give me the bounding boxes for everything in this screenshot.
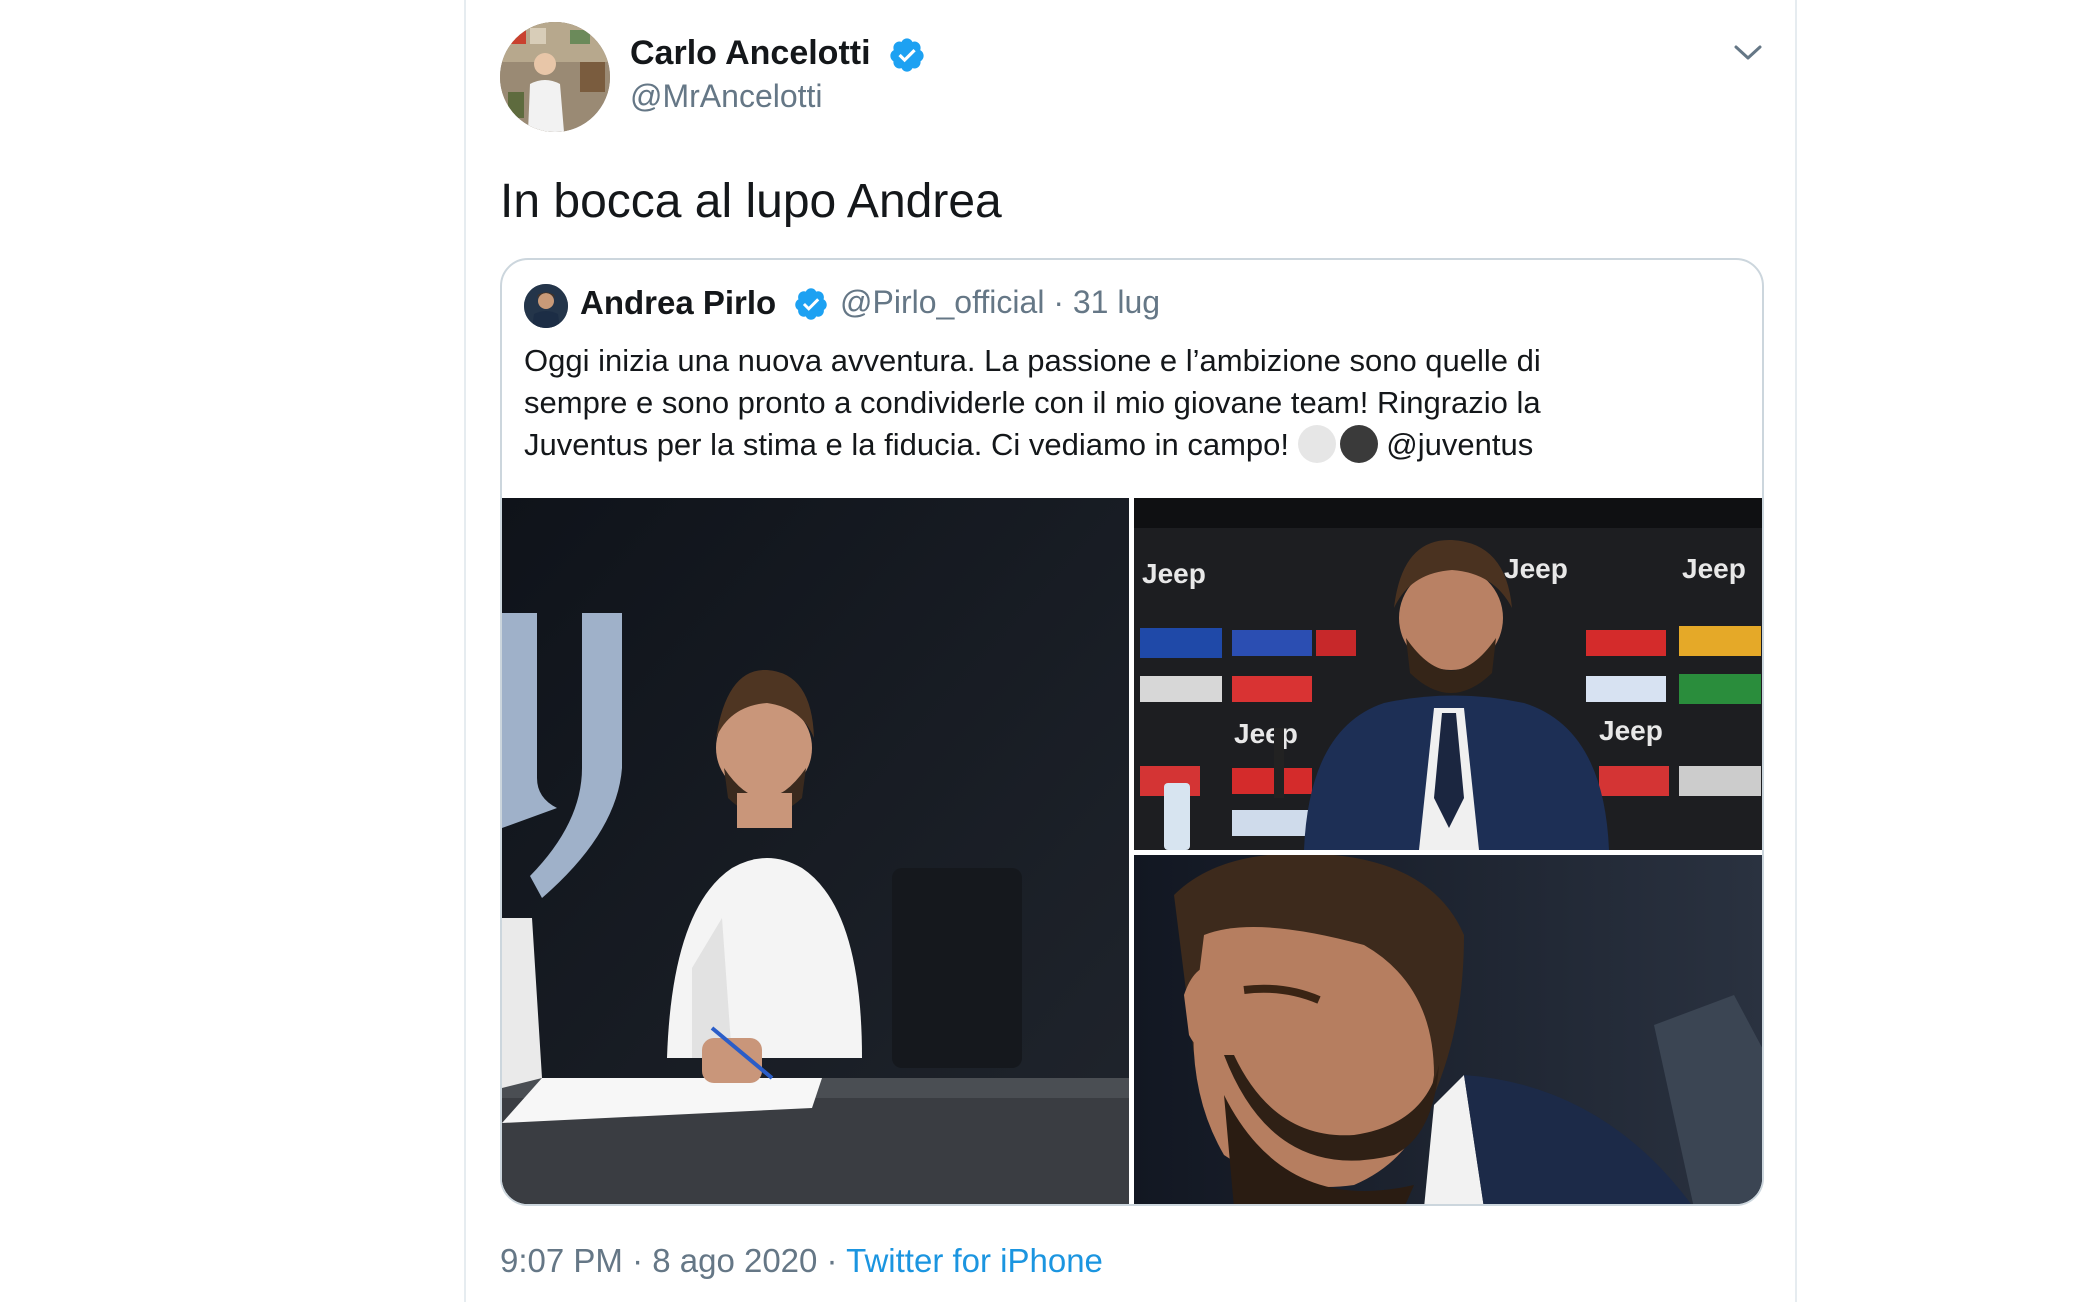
- author-name[interactable]: Carlo Ancelotti: [630, 34, 871, 73]
- quoted-verified-badge-icon: [795, 288, 827, 320]
- svg-text:Jeep: Jeep: [1682, 553, 1746, 584]
- signing-photo-image: [502, 498, 1129, 1204]
- meta-separator: ·: [1053, 284, 1064, 320]
- svg-text:Jeep: Jeep: [1504, 553, 1568, 584]
- press-photo-image: Jeep Jeep Jeep Jeep Jeep: [1134, 498, 1762, 850]
- quoted-text-line: sempre e sono pronto a condividerle con …: [524, 385, 1541, 420]
- quoted-text-line: Oggi inizia una nuova avventura. La pass…: [524, 343, 1541, 378]
- verified-badge-icon: [890, 38, 924, 72]
- quoted-avatar-image: [524, 284, 568, 328]
- quoted-tweet-text: Oggi inizia una nuova avventura. La pass…: [524, 340, 1734, 466]
- photo-pirlo-press-conference[interactable]: Jeep Jeep Jeep Jeep Jeep: [1134, 498, 1762, 850]
- quoted-tweet[interactable]: Andrea Pirlo @Pirlo_official · 31 lug Og…: [500, 258, 1764, 1206]
- author-handle[interactable]: @MrAncelotti: [630, 78, 823, 115]
- quoted-meta: @Pirlo_official · 31 lug: [840, 284, 1160, 321]
- quoted-text-line-last: Juventus per la stima e la fiducia. Ci v…: [524, 424, 1734, 466]
- photo-grid: Jeep Jeep Jeep Jeep Jeep: [502, 498, 1762, 1204]
- author-avatar[interactable]: [500, 22, 610, 132]
- juventus-mention-link[interactable]: @juventus: [1386, 427, 1533, 462]
- photo-pirlo-closeup[interactable]: [1134, 855, 1762, 1204]
- quoted-author-avatar[interactable]: [524, 284, 568, 328]
- chevron-down-icon[interactable]: [1730, 38, 1766, 68]
- white-circle-emoji: [1297, 425, 1336, 463]
- tweet-card: Carlo Ancelotti @MrAncelotti In bocca al…: [464, 0, 1797, 1302]
- quoted-author-name[interactable]: Andrea Pirlo: [580, 284, 776, 322]
- photo-pirlo-signing-contract[interactable]: [502, 498, 1129, 1204]
- quoted-text-line: Juventus per la stima e la fiducia. Ci v…: [524, 427, 1290, 462]
- quoted-author-handle[interactable]: @Pirlo_official: [840, 284, 1044, 320]
- avatar-image: [500, 22, 610, 132]
- svg-text:Jeep: Jeep: [1234, 718, 1298, 749]
- quoted-date[interactable]: 31 lug: [1073, 284, 1160, 320]
- closeup-photo-image: [1134, 855, 1762, 1204]
- tweet-timestamp[interactable]: 9:07 PM · 8 ago 2020 ·: [500, 1242, 838, 1279]
- tweet-footer: 9:07 PM · 8 ago 2020 · Twitter for iPhon…: [500, 1242, 1103, 1280]
- black-circle-emoji: [1339, 425, 1378, 463]
- svg-text:Jeep: Jeep: [1599, 715, 1663, 746]
- tweet-source-link[interactable]: Twitter for iPhone: [846, 1242, 1103, 1279]
- svg-text:Jeep: Jeep: [1142, 558, 1206, 589]
- tweet-text: In bocca al lupo Andrea: [500, 175, 1002, 228]
